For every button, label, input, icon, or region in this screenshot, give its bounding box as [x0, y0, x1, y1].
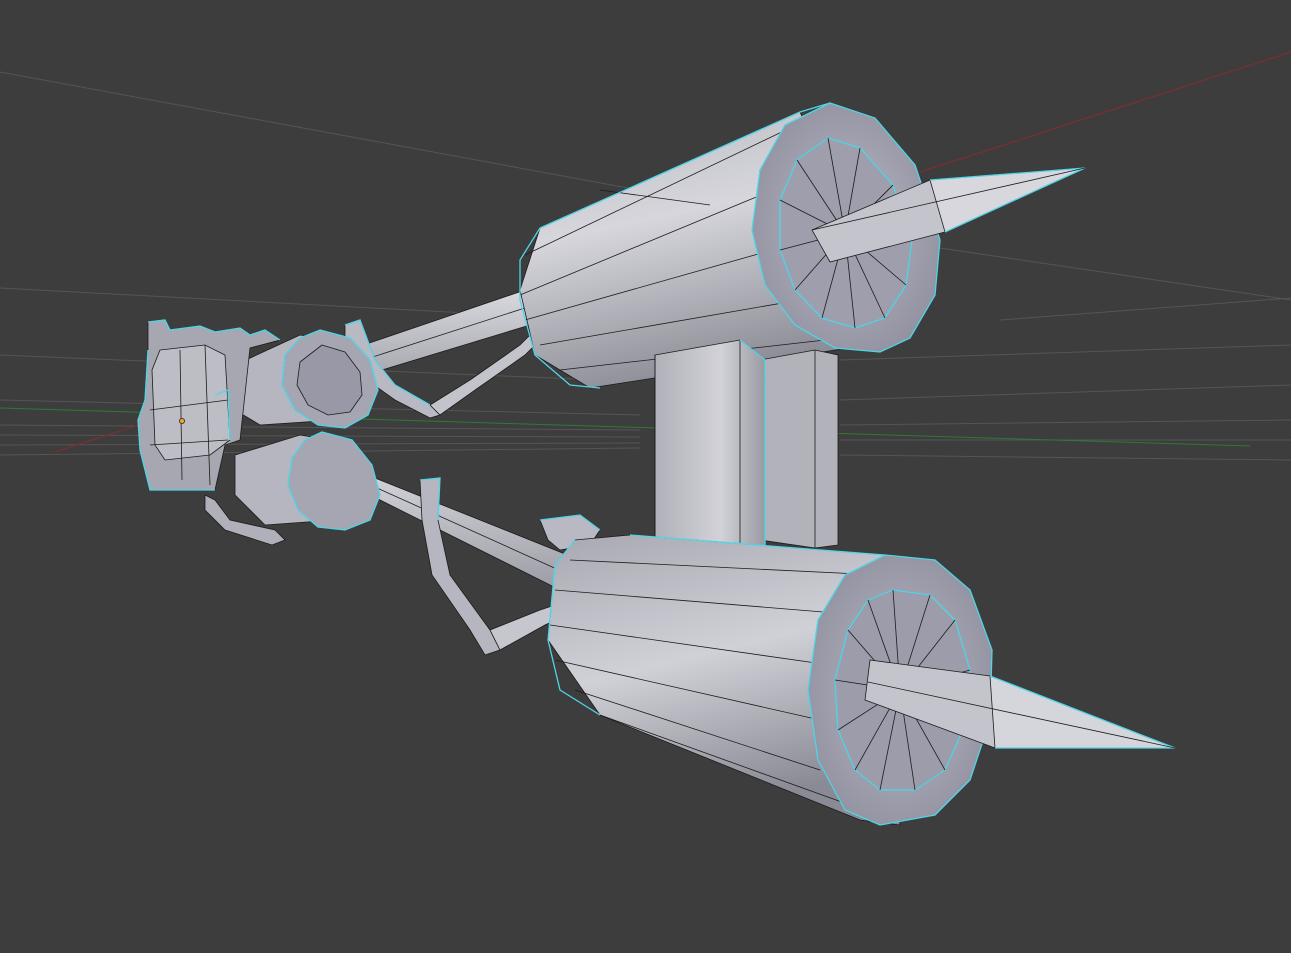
object-origin-icon — [178, 417, 185, 424]
3d-viewport[interactable] — [0, 0, 1291, 953]
vehicle-model[interactable] — [137, 102, 1176, 826]
support-pillars[interactable] — [654, 339, 839, 571]
small-lower-engine[interactable] — [204, 431, 381, 546]
viewport-canvas[interactable] — [0, 0, 1291, 953]
